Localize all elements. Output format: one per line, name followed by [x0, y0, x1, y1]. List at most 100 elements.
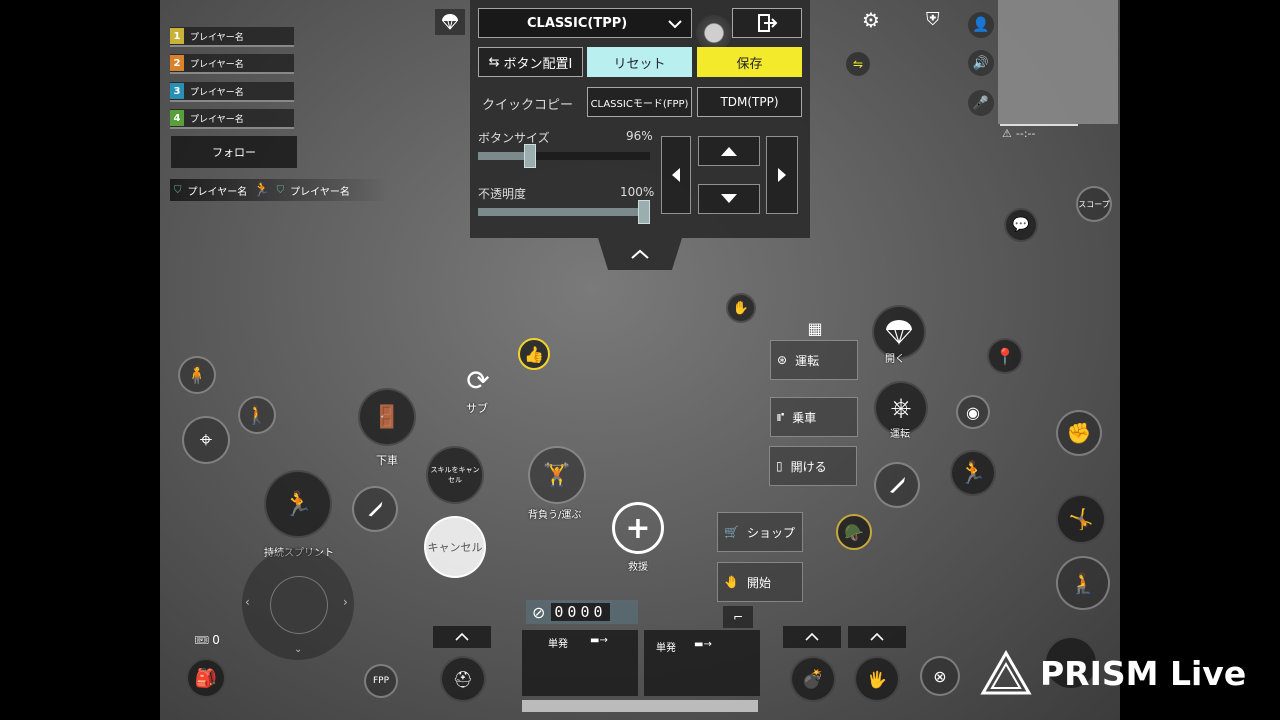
parachute-open-label: 開く — [885, 354, 905, 365]
arrow-up-icon — [721, 147, 737, 156]
player-name: プレイヤー名 — [190, 32, 244, 43]
revive-plus-button[interactable]: + — [612, 502, 664, 554]
microphone-icon[interactable]: 🎤 — [968, 90, 994, 116]
reset-button[interactable]: リセット — [587, 47, 692, 77]
exit-icon — [758, 14, 778, 32]
drive-button[interactable]: ⊛ 運転 — [770, 340, 858, 380]
report-shield-icon[interactable]: ⛨ — [926, 11, 940, 29]
expand-up-button-left[interactable] — [433, 626, 491, 648]
chevron-up-icon — [870, 633, 884, 641]
swap-weapon-icon[interactable]: ⟳ — [460, 362, 496, 398]
kill-feed-player-right: プレイヤー名 — [290, 186, 350, 198]
fpp-toggle-button[interactable]: FPP — [364, 664, 398, 698]
speaker-icon[interactable]: 🔊 — [968, 50, 994, 76]
crosshair-icon[interactable]: ⌖ — [182, 416, 230, 464]
exit-button[interactable] — [732, 8, 802, 38]
move-down-button[interactable] — [698, 184, 760, 214]
button-size-knob[interactable] — [524, 144, 536, 168]
skill-cancel-label: スキルをキャンセル — [430, 466, 480, 484]
scope-button[interactable]: スコープ — [1076, 186, 1112, 222]
chevron-up-icon — [631, 249, 649, 259]
grenade-icon[interactable]: 💣 — [790, 656, 836, 702]
map-marker-icon[interactable]: 📍 — [987, 338, 1023, 374]
hand-gesture-icon[interactable]: ✋ — [726, 293, 756, 323]
ticket-icon: 🎟 — [194, 633, 210, 647]
team-number: 2 — [170, 55, 184, 71]
carry-button[interactable]: 🏋 — [528, 446, 586, 504]
prone-button[interactable]: 🧎 — [1056, 556, 1110, 610]
exit-vehicle-button[interactable]: 🚪 — [358, 388, 416, 446]
opacity-slider[interactable] — [478, 200, 650, 224]
bullet-icon — [368, 501, 383, 517]
ride-button[interactable]: ⑈ 乗車 — [770, 397, 858, 437]
crate-icon[interactable]: ▦ — [796, 315, 834, 341]
bullet-button[interactable] — [874, 462, 920, 508]
joystick-right-arrow: › — [343, 595, 348, 609]
jump-button[interactable]: 🤸 — [1056, 494, 1106, 544]
eye-icon[interactable]: ◉ — [956, 395, 990, 429]
move-up-button[interactable] — [698, 136, 760, 166]
mode-select[interactable]: CLASSIC(TPP) — [478, 8, 692, 38]
ammo-swap-icon[interactable]: ⇋ — [846, 52, 870, 76]
save-button[interactable]: 保存 — [697, 47, 802, 77]
throwable-icon[interactable]: 🖐 — [854, 656, 900, 702]
opacity-value: 100% — [620, 185, 655, 199]
team-row-3: 3 プレイヤー名 — [170, 82, 294, 102]
open-door-button[interactable]: ▯ 開ける — [769, 446, 857, 486]
expand-up-button-mid[interactable] — [783, 626, 841, 648]
drag-joystick-handle[interactable] — [696, 15, 732, 51]
arrow-right-icon — [778, 168, 786, 182]
move-right-button[interactable] — [766, 136, 798, 214]
button-size-value: 96% — [626, 129, 653, 143]
button-size-slider[interactable] — [478, 144, 650, 168]
ammo-digits: 0000 — [551, 603, 610, 621]
team-row-2: 2 プレイヤー名 — [170, 54, 294, 74]
lean-button[interactable]: 🚶 — [238, 396, 276, 434]
shop-button[interactable]: 🛒 ショップ — [717, 512, 803, 552]
carry-label: 背負う/運ぶ — [528, 510, 582, 521]
start-label: 開始 — [746, 575, 771, 590]
joystick-thumb[interactable] — [270, 576, 328, 634]
swap-icon: ⇆ — [488, 54, 500, 70]
button-size-fill — [478, 152, 530, 160]
layout-settings-panel: CLASSIC(TPP) ⇆ ボタン配置Ⅰ リセット 保存 クイックコピー CL… — [470, 0, 810, 238]
start-button[interactable]: 🤚 開始 — [717, 562, 803, 602]
team-user-icon[interactable]: 👤 — [968, 12, 994, 38]
grenade-slot-icon[interactable]: ⊗ — [920, 656, 960, 696]
bullet-small-button[interactable] — [352, 486, 398, 532]
move-left-button[interactable] — [661, 136, 691, 214]
backpack-icon[interactable]: 🎒 — [186, 658, 226, 698]
sub-label: サブ — [466, 402, 488, 415]
button-size-label: ボタンサイズ — [478, 131, 550, 145]
punch-button[interactable]: ✊ — [1056, 410, 1102, 456]
copy-fpp-button[interactable]: CLASSICモード(FPP) — [587, 87, 692, 117]
door-icon: ▯ — [776, 459, 783, 473]
thumbs-up-icon[interactable]: 👍 — [518, 338, 550, 370]
cancel-button[interactable]: キャンセル — [424, 516, 486, 578]
soldier-aim-button[interactable]: 🪖 — [836, 514, 872, 550]
movement-joystick[interactable]: ‹ › ⌄ — [242, 548, 354, 660]
minimap[interactable] — [998, 0, 1118, 124]
layout-button[interactable]: ⇆ ボタン配置Ⅰ — [478, 47, 583, 77]
parachute-icon[interactable] — [435, 9, 465, 35]
expand-up-button-right[interactable] — [848, 626, 906, 648]
joystick-left-arrow: ‹ — [245, 595, 250, 609]
team-number: 3 — [170, 83, 184, 99]
weapon-slot-1[interactable]: 単発 ▬→ — [522, 630, 638, 696]
team-row-1: 1 プレイヤー名 — [170, 27, 294, 47]
sprint-button[interactable]: 🏃 — [950, 450, 996, 496]
collapse-panel-button[interactable] — [598, 238, 682, 270]
weapon-slot-2[interactable]: 単発 ▬→ — [644, 630, 760, 696]
quick-copy-label: クイックコピー — [482, 98, 574, 113]
gear-icon[interactable]: ⚙ — [862, 10, 880, 30]
no-ammo-icon: ⊘ — [532, 602, 546, 622]
follow-button[interactable]: フォロー — [171, 136, 297, 168]
skill-cancel-button[interactable]: スキルをキャンセル — [426, 446, 484, 504]
stand-button[interactable]: 🧍 — [178, 356, 216, 394]
helmet-icon[interactable]: ⛑ — [440, 656, 486, 702]
pistol-icon[interactable]: ⌐ — [723, 606, 753, 628]
sprint-lock-button[interactable]: 🏃 — [264, 470, 332, 538]
copy-tdm-button[interactable]: TDM(TPP) — [697, 87, 802, 117]
chat-icon[interactable]: 💬 — [1004, 208, 1038, 242]
opacity-knob[interactable] — [638, 200, 650, 224]
